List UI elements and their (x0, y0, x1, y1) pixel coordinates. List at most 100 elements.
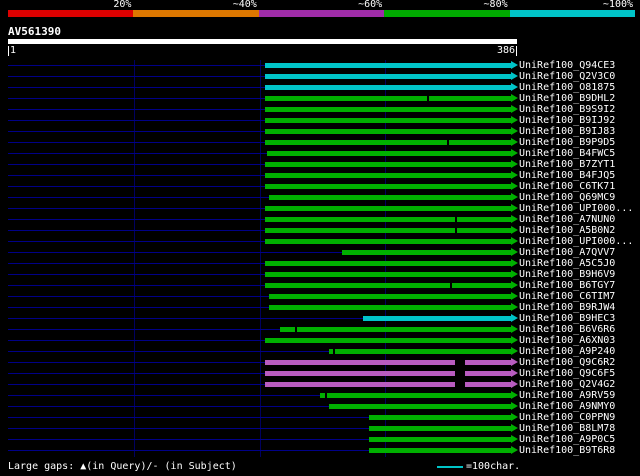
arrow-head-icon (511, 171, 518, 179)
hit-label[interactable]: UniRef100_UPI000... (519, 236, 633, 247)
arrow-head-icon (511, 446, 518, 454)
hit-label[interactable]: UniRef100_A5B0N2 (519, 225, 615, 236)
arrow-head-icon (511, 424, 518, 432)
alignment-row: UniRef100_A7QVV7 (0, 247, 640, 258)
hit-label[interactable]: UniRef100_Q9C6R2 (519, 357, 615, 368)
hit-label[interactable]: UniRef100_B8LM78 (519, 423, 615, 434)
hit-label[interactable]: UniRef100_Q2V3C0 (519, 71, 615, 82)
hit-label[interactable]: UniRef100_O81875 (519, 82, 615, 93)
ruler: 1 386 (8, 46, 517, 57)
hit-label[interactable]: UniRef100_B9T6R8 (519, 445, 615, 456)
scale-segment-green (384, 10, 510, 17)
hit-label[interactable]: UniRef100_B9P9D5 (519, 137, 615, 148)
alignment-bar[interactable] (329, 404, 511, 409)
hit-label[interactable]: UniRef100_A9P240 (519, 346, 615, 357)
alignment-row: UniRef100_B9T6R8 (0, 445, 640, 456)
alignment-bar[interactable] (265, 118, 511, 123)
alignment-bar[interactable] (265, 162, 511, 167)
hit-label[interactable]: UniRef100_B4FJQ5 (519, 170, 615, 181)
hit-label[interactable]: UniRef100_B9S9I2 (519, 104, 615, 115)
arrow-head-icon (511, 413, 518, 421)
hit-label[interactable]: UniRef100_Q9C6F5 (519, 368, 615, 379)
alignment-bar[interactable] (266, 151, 511, 156)
gap-tick (446, 140, 449, 145)
arrow-head-icon (511, 402, 518, 410)
alignment-bar[interactable] (265, 96, 511, 101)
alignment-bar[interactable] (265, 85, 511, 90)
alignment-bar[interactable] (265, 184, 511, 189)
hit-label[interactable]: UniRef100_A7QVV7 (519, 247, 615, 258)
hit-label[interactable]: UniRef100_B9IJ83 (519, 126, 615, 137)
alignment-bar[interactable] (265, 206, 511, 211)
alignment-bar[interactable] (265, 217, 511, 222)
hit-label[interactable]: UniRef100_B9H6V9 (519, 269, 615, 280)
alignment-bar[interactable] (265, 338, 511, 343)
hit-label[interactable]: UniRef100_A9RV59 (519, 390, 615, 401)
alignment-row: UniRef100_B7ZYT1 (0, 159, 640, 170)
alignment-bar[interactable] (265, 283, 511, 288)
hit-label[interactable]: UniRef100_B9RJW4 (519, 302, 615, 313)
alignment-bar[interactable] (265, 63, 511, 68)
alignment-bar[interactable] (342, 250, 511, 255)
alignment-bar[interactable] (279, 327, 511, 332)
alignment-row: UniRef100_B9RJW4 (0, 302, 640, 313)
hit-label[interactable]: UniRef100_C6TIM7 (519, 291, 615, 302)
scale-label-80: ~80% (483, 0, 508, 10)
hit-label[interactable]: UniRef100_B4FWC5 (519, 148, 615, 159)
hit-label[interactable]: UniRef100_Q69MC9 (519, 192, 615, 203)
alignment-rows: UniRef100_Q94CE3 UniRef100_Q2V3C0 UniRef10… (0, 60, 640, 457)
alignment-bar[interactable] (269, 305, 511, 310)
alignment-row: UniRef100_A5B0N2 (0, 225, 640, 236)
alignment-row: UniRef100_B9IJ83 (0, 126, 640, 137)
hit-label[interactable]: UniRef100_C6TK71 (519, 181, 615, 192)
alignment-bar[interactable] (265, 360, 511, 365)
hit-label[interactable]: UniRef100_B7ZYT1 (519, 159, 615, 170)
alignment-bar[interactable] (363, 316, 511, 321)
scale-label-20: 20% (113, 0, 132, 10)
alignment-row: UniRef100_Q94CE3 (0, 60, 640, 71)
hit-label[interactable]: UniRef100_Q94CE3 (519, 60, 615, 71)
alignment-bar[interactable] (269, 195, 511, 200)
hit-label[interactable]: UniRef100_A9NMY0 (519, 401, 615, 412)
arrow-head-icon (511, 281, 518, 289)
alignment-row: UniRef100_A9P240 (0, 346, 640, 357)
alignment-bar[interactable] (265, 371, 511, 376)
alignment-bar[interactable] (265, 107, 511, 112)
hit-label[interactable]: UniRef100_A7NUN0 (519, 214, 615, 225)
arrow-head-icon (511, 105, 518, 113)
hit-label[interactable]: UniRef100_B9IJ92 (519, 115, 615, 126)
alignment-bar[interactable] (265, 140, 511, 145)
arrow-head-icon (511, 127, 518, 135)
hit-label[interactable]: UniRef100_UPI000... (519, 203, 633, 214)
alignment-bar[interactable] (368, 415, 511, 420)
alignment-bar[interactable] (265, 239, 511, 244)
hit-label[interactable]: UniRef100_C0PPN9 (519, 412, 615, 423)
hit-label[interactable]: UniRef100_B6V6R6 (519, 324, 615, 335)
hit-label[interactable]: UniRef100_B6TGY7 (519, 280, 615, 291)
hit-label[interactable]: UniRef100_A5C5J0 (519, 258, 615, 269)
hit-label[interactable]: UniRef100_B9HEC3 (519, 313, 615, 324)
alignment-bar[interactable] (329, 349, 511, 354)
arrow-head-icon (511, 149, 518, 157)
arrow-head-icon (511, 204, 518, 212)
arrow-head-icon (511, 94, 518, 102)
alignment-bar[interactable] (265, 272, 511, 277)
alignment-bar[interactable] (265, 382, 511, 387)
alignment-bar[interactable] (269, 294, 511, 299)
hit-label[interactable]: UniRef100_A6XN03 (519, 335, 615, 346)
alignment-bar[interactable] (265, 129, 511, 134)
alignment-bar[interactable] (265, 173, 511, 178)
alignment-bar[interactable] (265, 261, 511, 266)
legend-scale-text: =100char. (466, 461, 521, 472)
alignment-bar[interactable] (368, 426, 511, 431)
alignment-bar[interactable] (320, 393, 511, 398)
hit-label[interactable]: UniRef100_A9P0C5 (519, 434, 615, 445)
alignment-bar[interactable] (368, 448, 511, 453)
hit-label[interactable]: UniRef100_B9DHL2 (519, 93, 615, 104)
alignment-bar[interactable] (265, 228, 511, 233)
alignment-row: UniRef100_C0PPN9 (0, 412, 640, 423)
alignment-bar[interactable] (368, 437, 511, 442)
alignment-bar[interactable] (265, 74, 511, 79)
alignment-row: UniRef100_C6TIM7 (0, 291, 640, 302)
hit-label[interactable]: UniRef100_Q2V4G2 (519, 379, 615, 390)
